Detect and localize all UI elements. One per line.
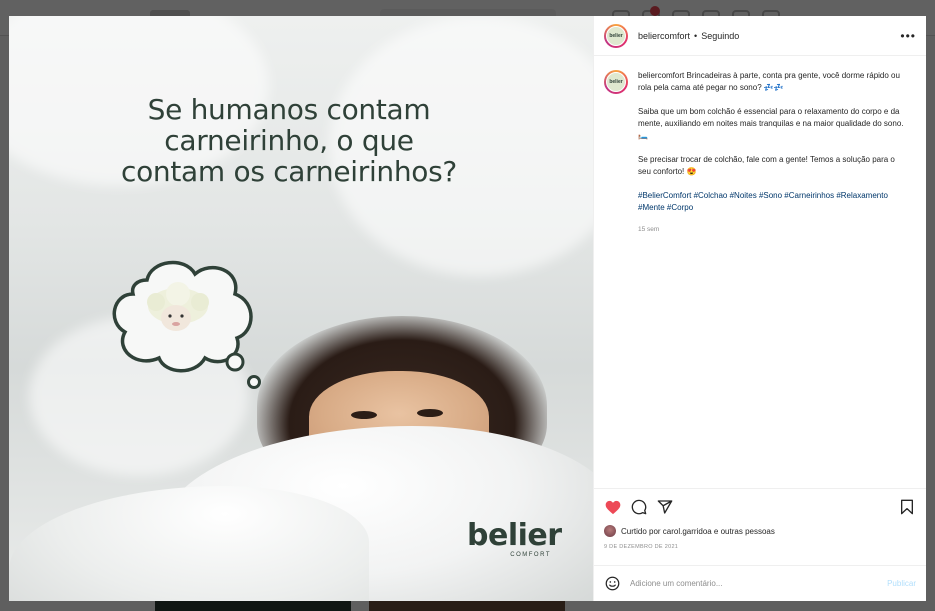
heart-icon[interactable]	[604, 498, 622, 516]
follow-status-button[interactable]: Seguindo	[701, 31, 739, 41]
caption-hashtags[interactable]: #BelierComfort #Colchao #Noites #Sono #C…	[638, 190, 908, 214]
actions-section: Curtido por carol.garridoa e outras pess…	[594, 488, 926, 565]
post-headline: Se humanos contam carneirinho, o que con…	[121, 93, 457, 188]
brand-logo: belier COMFORT	[467, 518, 567, 559]
emoji-icon[interactable]	[604, 576, 620, 592]
avatar-logo: belier	[606, 72, 626, 92]
caption-section: belier beliercomfort Brincadeiras à part…	[594, 56, 926, 488]
post-side-panel: belier beliercomfort • Seguindo ••• beli…	[593, 16, 926, 601]
header-separator: •	[694, 30, 698, 41]
post-header: belier beliercomfort • Seguindo •••	[594, 16, 926, 56]
bookmark-icon[interactable]	[898, 498, 916, 516]
caption-first-paragraph: beliercomfort Brincadeiras à parte, cont…	[638, 70, 908, 94]
child-eye	[417, 409, 443, 417]
likes-row: Curtido por carol.garridoa e outras pess…	[604, 524, 916, 538]
avatar-logo: belier	[606, 25, 626, 46]
comment-icon[interactable]	[630, 498, 648, 516]
post-image[interactable]: Se humanos contam carneirinho, o que con…	[9, 16, 593, 601]
more-options-button[interactable]: •••	[900, 29, 916, 43]
child-eye	[351, 411, 377, 419]
brand-name: belier	[467, 518, 562, 553]
caption-paragraph: Se precisar trocar de colchão, fale com …	[638, 155, 895, 176]
header-username[interactable]: beliercomfort	[638, 31, 690, 41]
avatar[interactable]: belier	[604, 23, 628, 48]
publish-button[interactable]: Publicar	[887, 579, 916, 588]
blanket	[9, 486, 369, 601]
caption-body: beliercomfort Brincadeiras à parte, cont…	[638, 70, 908, 488]
comment-input[interactable]	[630, 579, 888, 588]
comment-bar: Publicar	[594, 565, 926, 601]
sheep-icon	[147, 282, 209, 331]
post-date: 9 DE DEZEMBRO DE 2021	[604, 544, 679, 550]
caption-username[interactable]: beliercomfort	[638, 71, 684, 80]
post-modal: Se humanos contam carneirinho, o que con…	[9, 16, 926, 601]
likes-text[interactable]: Curtido por carol.garridoa e outras pess…	[621, 527, 775, 536]
action-icons	[604, 498, 916, 516]
caption-time: 15 sem	[638, 226, 660, 233]
caption-paragraph: Saiba que um bom colchão é essencial par…	[638, 107, 904, 140]
caption-avatar[interactable]: belier	[604, 70, 628, 94]
share-icon[interactable]	[656, 498, 674, 516]
liker-avatar[interactable]	[604, 525, 616, 537]
